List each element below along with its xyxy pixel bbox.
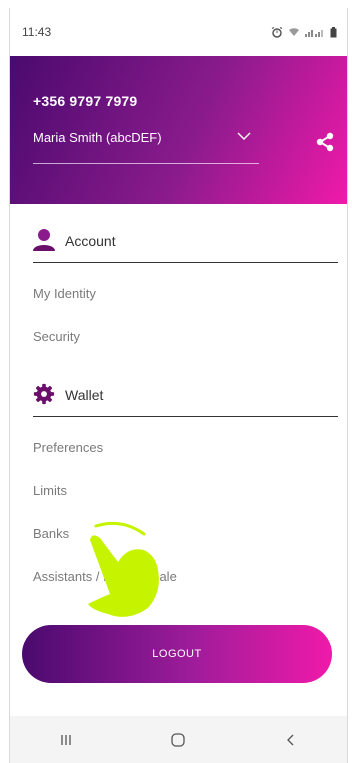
status-bar: 11:43 xyxy=(10,8,347,56)
menu-item-security[interactable]: Security xyxy=(10,315,347,358)
recent-apps-button[interactable] xyxy=(36,733,96,747)
recent-apps-icon xyxy=(61,734,71,745)
wallet-section-title: Wallet xyxy=(65,387,104,403)
person-icon xyxy=(33,229,55,251)
back-button[interactable] xyxy=(261,733,321,747)
profile-header: +356 9797 7979 Maria Smith (abcDEF) xyxy=(10,56,347,204)
android-nav-bar xyxy=(10,716,347,763)
chevron-down-icon xyxy=(237,132,251,140)
menu-item-banks[interactable]: Banks xyxy=(10,512,347,555)
share-icon[interactable] xyxy=(315,132,335,152)
wallet-section-header: Wallet xyxy=(10,358,347,426)
phone-number: +356 9797 7979 xyxy=(33,93,138,109)
menu-item-my-identity[interactable]: My Identity xyxy=(10,272,347,315)
settings-menu: Account My Identity Security Wallet Pref… xyxy=(10,204,347,598)
account-selector[interactable]: Maria Smith (abcDEF) xyxy=(33,126,259,164)
menu-item-preferences[interactable]: Preferences xyxy=(10,426,347,469)
account-section-header: Account xyxy=(10,204,347,272)
gear-icon xyxy=(33,383,55,405)
home-icon xyxy=(171,732,186,747)
menu-item-assistants-point-of-sale[interactable]: Assistants / Point of Sale xyxy=(10,555,347,598)
account-name: Maria Smith (abcDEF) xyxy=(33,130,162,145)
menu-item-limits[interactable]: Limits xyxy=(10,469,347,512)
signal-icon xyxy=(305,30,323,37)
alarm-icon xyxy=(271,26,283,38)
wifi-icon xyxy=(289,28,299,36)
battery-icon xyxy=(330,26,337,37)
back-icon xyxy=(286,734,294,745)
account-section-title: Account xyxy=(65,233,116,249)
status-icons xyxy=(271,26,337,38)
status-time: 11:43 xyxy=(22,25,52,39)
logout-button[interactable]: LOGOUT xyxy=(22,625,332,683)
home-button[interactable] xyxy=(148,732,208,748)
